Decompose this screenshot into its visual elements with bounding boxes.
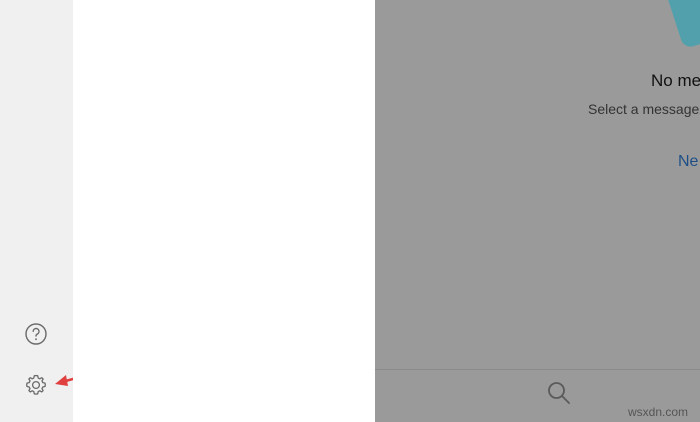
settings-button[interactable]	[22, 371, 50, 399]
message-pane-overlay: No mes Select a message Ne	[375, 0, 700, 422]
empty-state-title: No mes	[651, 71, 700, 90]
left-rail	[0, 0, 73, 422]
watermark: wsxdn.com	[628, 405, 689, 419]
empty-state-illustration	[650, 0, 700, 50]
gear-icon	[26, 374, 46, 395]
search-icon	[548, 382, 570, 404]
search-button[interactable]	[545, 379, 573, 407]
bottom-divider	[375, 369, 700, 370]
help-button[interactable]	[22, 320, 50, 348]
folder-drawer	[73, 0, 375, 422]
help-circle-icon	[25, 323, 47, 345]
new-message-link[interactable]: Ne	[678, 153, 698, 171]
empty-state-subtitle: Select a message	[588, 101, 700, 117]
